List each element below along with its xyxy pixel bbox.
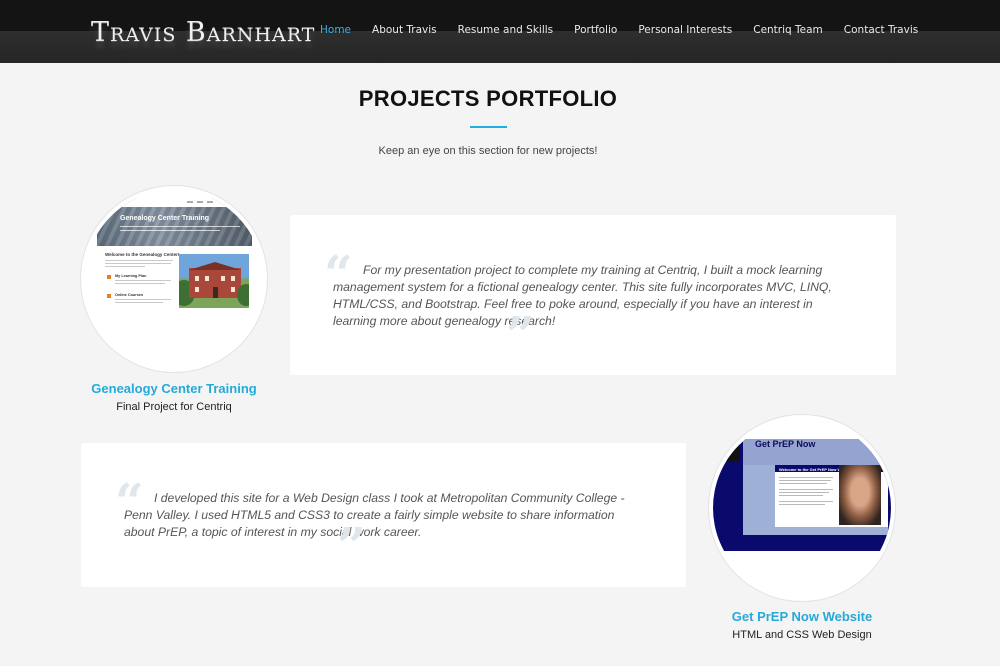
project-title-genealogy[interactable]: Genealogy Center Training xyxy=(54,381,294,396)
close-quote-icon: ” xyxy=(337,516,366,575)
thumbnail-text-line xyxy=(779,477,833,478)
nav-item-about-travis[interactable]: About Travis xyxy=(372,24,437,36)
site-header: Travis Barnhart Home About Travis Resume… xyxy=(0,0,1000,63)
project-title-prep[interactable]: Get PrEP Now Website xyxy=(682,609,922,624)
window-shape xyxy=(221,276,225,281)
window-shape xyxy=(205,276,209,281)
project-quote-prep: I developed this site for a Web Design c… xyxy=(124,491,625,539)
site-brand-logo[interactable]: Travis Barnhart xyxy=(91,17,315,48)
thumbnail-text-line xyxy=(779,492,829,493)
project-thumbnail-prep[interactable]: Get PrEP Now Welcome to the Get PrEP Now… xyxy=(709,415,895,601)
nav-item-resume-and-skills[interactable]: Resume and Skills xyxy=(458,24,554,36)
nav-item-home[interactable]: Home xyxy=(320,24,351,36)
tree-shape xyxy=(237,284,249,306)
window-shape xyxy=(195,287,199,292)
thumbnail-text-line xyxy=(779,504,825,505)
thumbnail-text-line xyxy=(115,280,171,281)
thumbnail-text-line xyxy=(779,501,833,502)
library-building-photo xyxy=(179,254,249,308)
thumbnail-logo-block xyxy=(716,441,740,461)
quote-card-genealogy: “ For my presentation project to complet… xyxy=(290,215,896,375)
thumbnail-banner-line xyxy=(120,230,220,231)
thumbnail-banner-title: Genealogy Center Training xyxy=(120,215,210,222)
thumbnail-text-line xyxy=(105,266,145,267)
thumbnail-item-2: Online Courses xyxy=(115,293,144,297)
thumbnail-text-line xyxy=(115,302,163,303)
thumbnail-banner: Genealogy Center Training xyxy=(97,198,252,246)
thumbnail-sidebar xyxy=(743,465,775,527)
thumbnail-item-1: My Learning Plan xyxy=(115,274,147,278)
window-shape xyxy=(195,276,199,281)
section-subtitle: Keep an eye on this section for new proj… xyxy=(378,145,598,157)
thumbnail-plan-icon xyxy=(107,275,111,279)
thumbnail-text-line xyxy=(115,299,171,300)
title-divider xyxy=(470,126,507,128)
thumbnail-text-line xyxy=(779,483,827,484)
thumbnail-text-line xyxy=(779,495,823,496)
thumbnail-banner-title: Get PrEP Now xyxy=(755,439,816,449)
window-shape xyxy=(231,287,235,292)
nav-item-personal-interests[interactable]: Personal Interests xyxy=(638,24,732,36)
door-shape xyxy=(213,287,218,298)
thumbnail-welcome-text: Welcome to the Genealogy Center! xyxy=(105,252,180,257)
thumbnail-text-line xyxy=(105,260,173,261)
thumbnail-banner-line xyxy=(120,226,240,227)
thumbnail-text-line xyxy=(779,480,831,481)
project-quote-genealogy: For my presentation project to complete … xyxy=(333,263,832,328)
project-thumbnail-genealogy[interactable]: Genealogy Center Training Welcome to the… xyxy=(81,186,267,372)
thumbnail-nav xyxy=(97,198,252,207)
portrait-photo xyxy=(839,465,881,525)
section-title: PROJECTS PORTFOLIO xyxy=(358,86,618,111)
thumbnail-text-line xyxy=(779,489,833,490)
quote-card-prep: “ I developed this site for a Web Design… xyxy=(81,443,686,587)
thumbnail-text-line xyxy=(105,263,171,264)
window-shape xyxy=(231,276,235,281)
thumbnail-courses-icon xyxy=(107,294,111,298)
nav-item-centriq-team[interactable]: Centriq Team xyxy=(753,24,823,36)
main-nav: Home About Travis Resume and Skills Port… xyxy=(320,24,918,36)
building-shape xyxy=(189,262,241,298)
thumbnail-body: Welcome to the Genealogy Center! My Lear… xyxy=(97,246,252,316)
project-subtitle-genealogy: Final Project for Centriq xyxy=(116,401,232,413)
thumbnail-text-line xyxy=(115,283,165,284)
nav-item-portfolio[interactable]: Portfolio xyxy=(574,24,617,36)
project-subtitle-prep: HTML and CSS Web Design xyxy=(732,629,872,641)
close-quote-icon: ” xyxy=(506,305,535,364)
thumbnail-footer xyxy=(743,527,888,535)
nav-item-contact-travis[interactable]: Contact Travis xyxy=(844,24,918,36)
